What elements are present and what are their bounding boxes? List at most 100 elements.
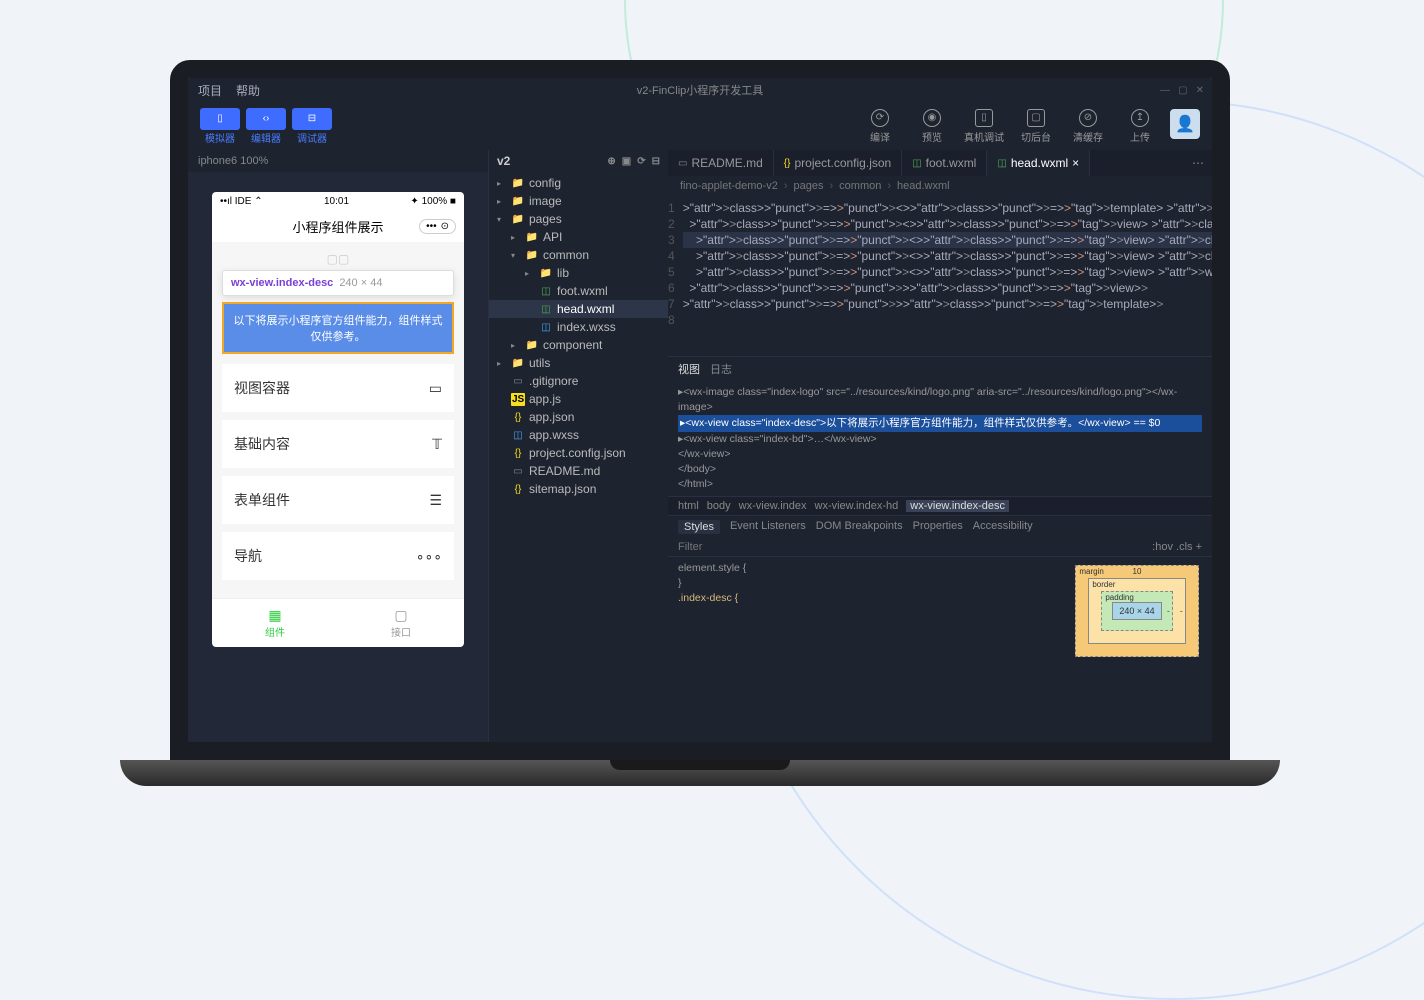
highlighted-element[interactable]: 以下将展示小程序官方组件能力，组件样式仅供参考。 <box>222 302 454 354</box>
new-folder-icon[interactable]: ▣ <box>622 156 631 167</box>
editor-area: ▭README.md{}project.config.json◫foot.wxm… <box>668 150 1212 742</box>
code-editor[interactable]: 12345678 >"attr">>class>>"punct">>=>>"pu… <box>668 196 1212 356</box>
dom-path-segment[interactable]: wx-view.index-desc <box>906 500 1009 512</box>
tab-api[interactable]: ▢接口 <box>338 599 464 647</box>
close-icon[interactable]: × <box>1072 156 1079 170</box>
camera-icon <box>697 66 703 72</box>
preview-button[interactable]: ◉预览 <box>910 109 954 144</box>
dom-path-segment[interactable]: html <box>678 500 699 512</box>
devtools-subtab[interactable]: Styles <box>678 520 720 534</box>
phone-preview: ••ıl IDE ⌃ 10:01 ✦ 100% ■ 小程序组件展示 •••⊙ <box>212 192 464 647</box>
file-explorer: v2 ⊕ ▣ ⟳ ⊟ ▸📁config▸📁image▾📁pages▸📁API▾📁… <box>488 150 668 742</box>
compile-button[interactable]: ⟳编译 <box>858 109 902 144</box>
laptop-frame: 项目 帮助 v2-FinClip小程序开发工具 — ▢ ✕ ▯ ‹› ⊟ <box>170 60 1230 786</box>
editor-tab[interactable]: ◫head.wxml × <box>987 150 1090 176</box>
devtools-panel: 视图 日志 ▸<wx-image class="index-logo" src=… <box>668 356 1212 742</box>
new-file-icon[interactable]: ⊕ <box>607 156 615 167</box>
debugger-toggle[interactable]: ⊟ <box>292 108 332 130</box>
background-button[interactable]: ▢切后台 <box>1014 109 1058 144</box>
clear-cache-button[interactable]: ⊘清缓存 <box>1066 109 1110 144</box>
list-item[interactable]: 基础内容𝕋 <box>222 420 454 468</box>
file-item[interactable]: ▭.gitignore <box>489 372 668 390</box>
window-title: v2-FinClip小程序开发工具 <box>637 82 764 98</box>
file-item[interactable]: ◫app.wxss <box>489 426 668 444</box>
folder-item[interactable]: ▸📁API <box>489 228 668 246</box>
file-item[interactable]: ▭README.md <box>489 462 668 480</box>
project-root[interactable]: v2 <box>497 154 510 168</box>
tab-components[interactable]: ▦组件 <box>212 599 338 647</box>
styles-filter-input[interactable] <box>678 541 1144 553</box>
file-item[interactable]: ◫head.wxml <box>489 300 668 318</box>
list-item[interactable]: 导航∘∘∘ <box>222 532 454 580</box>
folder-item[interactable]: ▾📁common <box>489 246 668 264</box>
device-info[interactable]: iphone6 100% <box>188 150 488 172</box>
devtools-subtab[interactable]: Event Listeners <box>730 520 806 534</box>
maximize-icon[interactable]: ▢ <box>1178 85 1187 96</box>
folder-item[interactable]: ▾📁pages <box>489 210 668 228</box>
file-item[interactable]: {}app.json <box>489 408 668 426</box>
folder-item[interactable]: ▸📁image <box>489 192 668 210</box>
tab-log[interactable]: 日志 <box>710 361 732 377</box>
container-icon: ▭ <box>429 380 442 397</box>
editor-toggle[interactable]: ‹› <box>246 108 286 130</box>
phone-statusbar: ••ıl IDE ⌃ 10:01 ✦ 100% ■ <box>212 192 464 211</box>
folder-item[interactable]: ▸📁component <box>489 336 668 354</box>
editor-tab[interactable]: {}project.config.json <box>774 150 902 176</box>
ide-window: 项目 帮助 v2-FinClip小程序开发工具 — ▢ ✕ ▯ ‹› ⊟ <box>188 78 1212 742</box>
debugger-label: 调试器 <box>292 130 332 145</box>
tab-view[interactable]: 视图 <box>678 361 700 377</box>
editor-tab[interactable]: ▭README.md <box>668 150 774 176</box>
file-item[interactable]: {}project.config.json <box>489 444 668 462</box>
more-icon: ∘∘∘ <box>416 548 442 565</box>
inspector-tooltip: wx-view.index-desc 240 × 44 <box>222 270 454 296</box>
styles-pane[interactable]: element.style {}.index-desc {</span></di… <box>668 557 1062 742</box>
grid-icon: ▦ <box>212 607 338 624</box>
close-icon[interactable]: ✕ <box>1196 85 1204 96</box>
phone-tabbar: ▦组件 ▢接口 <box>212 598 464 647</box>
editor-label: 编辑器 <box>246 130 286 145</box>
simulator-panel: iphone6 100% ••ıl IDE ⌃ 10:01 ✦ 100% ■ 小… <box>188 150 488 742</box>
dom-path-segment[interactable]: wx-view.index-hd <box>815 500 899 512</box>
editor-tab[interactable]: ◫foot.wxml <box>902 150 987 176</box>
dom-path-segment[interactable]: wx-view.index <box>739 500 807 512</box>
folder-item[interactable]: ▸📁lib <box>489 264 668 282</box>
devtools-subtab[interactable]: DOM Breakpoints <box>816 520 903 534</box>
refresh-icon[interactable]: ⟳ <box>637 156 645 167</box>
filter-options[interactable]: :hov .cls + <box>1152 541 1202 553</box>
menu-project[interactable]: 项目 <box>198 82 222 99</box>
file-item[interactable]: ◫foot.wxml <box>489 282 668 300</box>
file-item[interactable]: {}sitemap.json <box>489 480 668 498</box>
folder-item[interactable]: ▸📁config <box>489 174 668 192</box>
remote-debug-button[interactable]: ▯真机调试 <box>962 109 1006 144</box>
breadcrumb: fino-applet-demo-v2› pages› common› head… <box>668 176 1212 196</box>
chip-icon: ▢ <box>338 607 464 624</box>
toolbar: ▯ ‹› ⊟ 模拟器 编辑器 调试器 ⟳编译 ◉预览 ▯真机调试 ▢切后台 ⊘ <box>188 102 1212 150</box>
tabs-overflow[interactable]: ⋯ <box>1184 150 1212 176</box>
simulator-label: 模拟器 <box>200 130 240 145</box>
menubar: 项目 帮助 v2-FinClip小程序开发工具 — ▢ ✕ <box>188 78 1212 102</box>
editor-tabs: ▭README.md{}project.config.json◫foot.wxm… <box>668 150 1212 176</box>
collapse-icon[interactable]: ⊟ <box>652 156 660 167</box>
list-icon: ☰ <box>429 492 442 509</box>
simulator-toggle[interactable]: ▯ <box>200 108 240 130</box>
page-title: 小程序组件展示 <box>292 217 383 236</box>
dom-inspector[interactable]: ▸<wx-image class="index-logo" src="../re… <box>668 381 1212 496</box>
box-model: margin 10 border - padding - 240 × 4 <box>1062 557 1212 742</box>
menu-help[interactable]: 帮助 <box>236 82 260 99</box>
devtools-subtabs: Styles Event Listeners DOM Breakpoints Prop… <box>668 515 1212 538</box>
file-item[interactable]: ◫index.wxss <box>489 318 668 336</box>
capsule-button[interactable]: •••⊙ <box>419 219 456 234</box>
avatar[interactable]: 👤 <box>1170 109 1200 139</box>
phone-navbar: 小程序组件展示 •••⊙ <box>212 211 464 242</box>
dom-path: html body wx-view.index wx-view.index-hd wx-… <box>668 496 1212 515</box>
minimize-icon[interactable]: — <box>1160 85 1170 96</box>
folder-item[interactable]: ▸📁utils <box>489 354 668 372</box>
list-item[interactable]: 表单组件☰ <box>222 476 454 524</box>
text-icon: 𝕋 <box>432 436 442 453</box>
list-item[interactable]: 视图容器▭ <box>222 364 454 412</box>
file-item[interactable]: JSapp.js <box>489 390 668 408</box>
devtools-subtab[interactable]: Accessibility <box>973 520 1033 534</box>
upload-button[interactable]: ↥上传 <box>1118 109 1162 144</box>
devtools-subtab[interactable]: Properties <box>913 520 963 534</box>
dom-path-segment[interactable]: body <box>707 500 731 512</box>
